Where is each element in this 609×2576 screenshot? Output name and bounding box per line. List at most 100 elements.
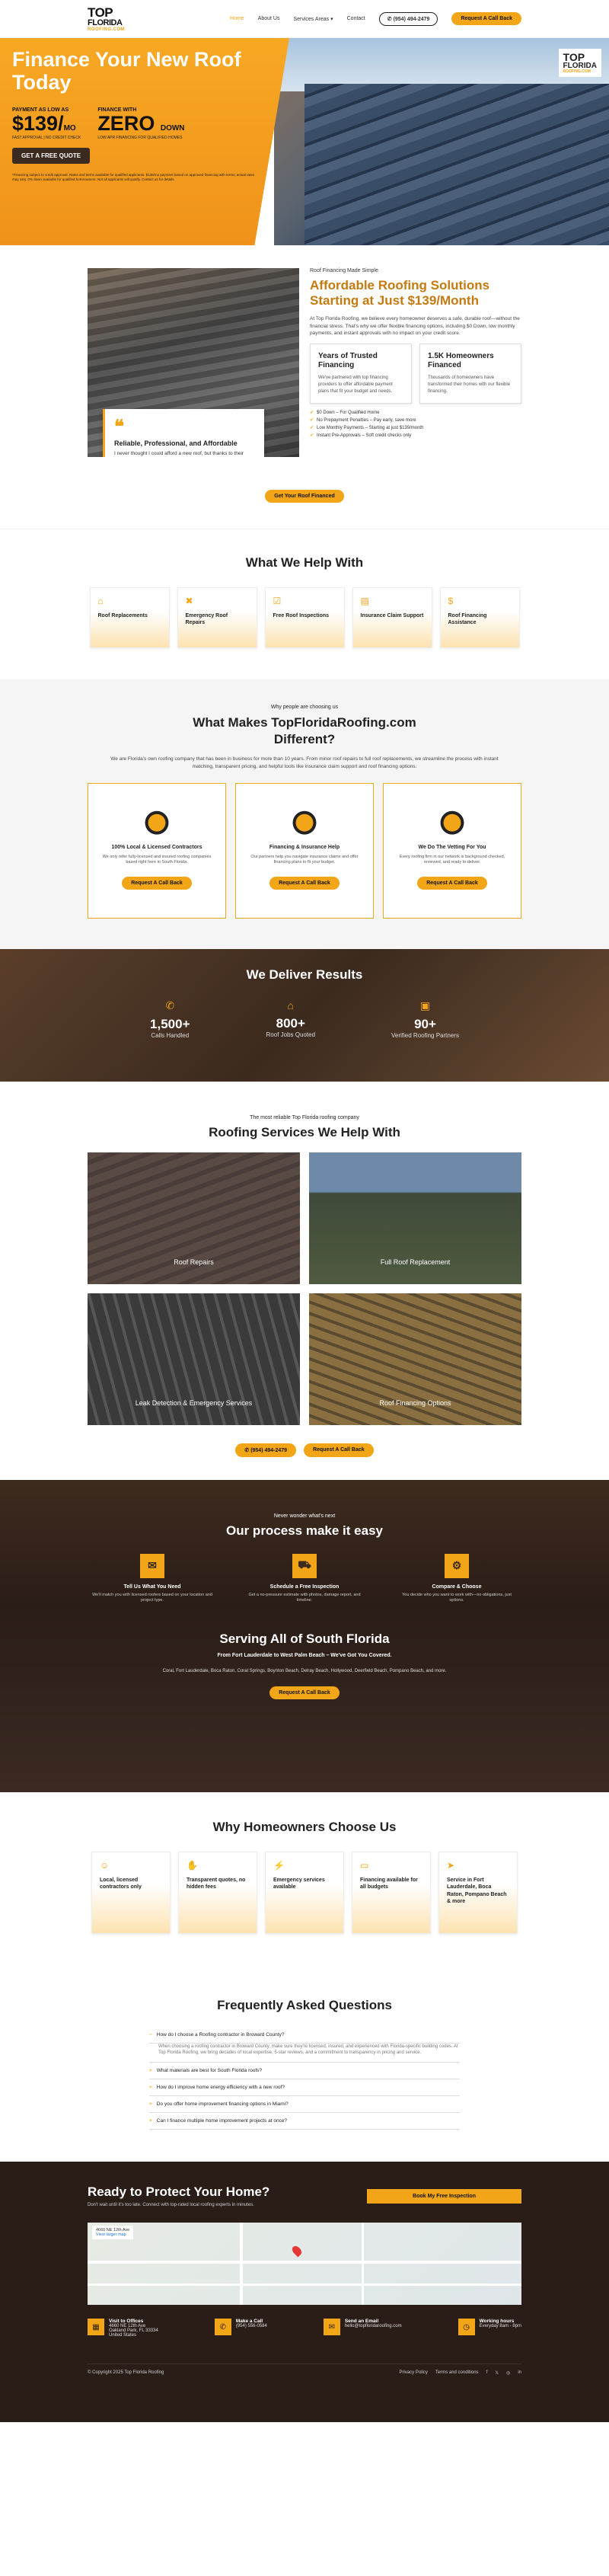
services-callback-button[interactable]: Request A Call Back [304,1443,374,1457]
help-card[interactable]: $ Roof Financing Assistance [439,587,520,648]
different-card-button[interactable]: Request A Call Back [417,876,487,890]
faq-item[interactable]: + Do you offer home improvement financing… [149,2096,460,2114]
faq-item[interactable]: + What materials are best for South Flori… [149,2063,460,2080]
plus-icon: + [149,2085,152,2091]
help-card[interactable]: ⌂ Roof Replacements [89,587,170,648]
phone-label: (954) 494-2479 [393,16,430,22]
process-section: Never wonder what's next Our process mak… [0,1479,609,1792]
faq-item-open[interactable]: − How do I choose a Roofing contractor in… [149,2027,460,2044]
money-icon: $ [448,596,454,606]
faq-question: What materials are best for South Florid… [156,2068,263,2074]
service-tile-repairs[interactable]: Roof Repairs [88,1152,300,1284]
nav-home[interactable]: Home [230,16,244,21]
help-card[interactable]: ☑ Free Roof Inspections [264,587,345,648]
nav-about[interactable]: About Us [258,16,280,21]
card-homeowners: 1.5K Homeowners Financed Thousands of ho… [419,344,521,404]
benefit-item: Low Monthly Payments – Starting at just … [310,425,521,430]
faq-item[interactable]: + How do I improve home energy efficiency… [149,2079,460,2097]
map-road [88,2261,521,2264]
different-card-title: We Do The Vetting For You [418,844,486,850]
help-card[interactable]: ▤ Insurance Claim Support [352,587,432,648]
offer1-sub: FAST APPROVAL | NO CREDIT CHECK [12,136,81,141]
faq-item[interactable]: + Can I finance multiple home improvement… [149,2113,460,2130]
process-kicker: Never wonder what's next [273,1513,336,1519]
facebook-icon[interactable]: f [486,2370,488,2376]
service-tile-financing[interactable]: Roof Financing Options [309,1293,521,1425]
contact-call-title: Make a Call [235,2319,263,2325]
user-icon: ☺ [100,1859,110,1871]
privacy-link[interactable]: Privacy Policy [400,2370,428,2376]
stat-label: Calls Handled [151,1031,190,1039]
help-card-label: Roof Replacements [97,613,148,618]
help-card-label: Free Roof Inspections [273,613,330,618]
why-card: ▭ Financing available for all budgets [352,1851,431,1934]
process-step: ✉ Tell Us What You Need We'll match you wi… [91,1553,213,1604]
results-section: We Deliver Results ✆ 1,500+ Calls Handled … [0,948,609,1082]
twitter-icon[interactable]: 𝕏 [495,2370,499,2376]
help-card-label: Emergency Roof Repairs [185,613,228,626]
faq-title: Frequently Asked Questions [217,1997,392,2012]
hero: TOP FLORIDA ROOFING.COM Finance Your New… [0,38,609,245]
free-quote-button[interactable]: GET A FREE QUOTE [12,148,91,165]
logo-mid: FLORIDA [88,18,123,27]
different-card-button[interactable]: Request A Call Back [122,876,192,890]
services-phone-button[interactable]: ✆ (954) 494-2479 [235,1443,297,1457]
header-callback-button[interactable]: Request A Call Back [451,12,521,25]
nav-services[interactable]: Services Areas ▾ [293,16,333,22]
process-title: Our process make it easy [225,1523,383,1538]
gear-icon: ⚙ [445,1553,469,1578]
different-card-button[interactable]: Request A Call Back [269,876,340,890]
book-inspection-button[interactable]: Book My Free Inspection [367,2188,521,2204]
faq-answer: When choosing a roofing contractor in Br… [149,2044,460,2063]
logo-sub: ROOFING.COM [88,27,126,32]
hero-offers: PAYMENT AS LOW AS $139/MO FAST APPROVAL … [12,107,277,140]
lightning-icon: ⚡ [273,1859,285,1871]
process-callback-button[interactable]: Request A Call Back [269,1686,340,1700]
linkedin-icon[interactable]: in [518,2370,521,2376]
phone-button[interactable]: ✆ (954) 494-2479 [378,11,438,26]
contact-hours-title: Working hours [479,2319,515,2325]
hero-title: Finance Your New Roof Today [12,48,241,94]
why-card: ✋ Transparent quotes, no hidden fees [178,1851,257,1934]
different-section: Why people are choosing us What Makes To… [0,679,609,949]
phone-icon: ✆ [214,2319,231,2336]
home-icon: ⌂ [97,596,104,606]
service-tile-replacement[interactable]: Full Roof Replacement [309,1152,521,1284]
hero-logo-top: TOP [563,51,585,63]
map-larger-link[interactable]: View larger map [96,2232,129,2237]
main-nav: Home About Us Services Areas ▾ Contact ✆… [230,11,521,26]
office-map[interactable]: 4660 NE 12th Ave View larger map [88,2223,521,2306]
instagram-icon[interactable]: ◎ [506,2370,510,2376]
help-card[interactable]: ✖ Emergency Roof Repairs [177,587,257,648]
why-section: Why Homeowners Choose Us ☺ Local, license… [0,1792,609,1970]
building-icon: ▦ [88,2319,104,2336]
nav-contact[interactable]: Contact [347,16,365,21]
car-icon: ⛟ [292,1553,317,1578]
site-logo[interactable]: TOP FLORIDA ROOFING.COM [88,6,125,32]
offer1-amount: $139/ [12,112,64,136]
terms-link[interactable]: Terms and conditions [435,2370,479,2376]
contractor-illustration [132,798,181,839]
offer1-unit: MO [63,124,76,133]
get-financed-button[interactable]: Get Your Roof Financed [265,490,344,503]
hero-logo: TOP FLORIDA ROOFING.COM [558,49,601,77]
area-subtitle: From Fort Lauderdale to West Palm Beach … [217,1653,392,1659]
stat-jobs: ⌂ 800+ Roof Jobs Quoted [266,999,315,1039]
clipboard-icon: ☑ [273,596,282,606]
hero-panel: Finance Your New Roof Today PAYMENT AS L… [0,38,289,245]
clock-icon: ◷ [458,2319,475,2336]
hero-fine-print: *Financing subject to credit approval. R… [12,173,255,182]
service-tile-leak[interactable]: Leak Detection & Emergency Services [88,1293,300,1425]
testimonial-card: ❝ Reliable, Professional, and Affordable… [103,408,264,457]
why-card: ⚡ Emergency services available [265,1851,344,1934]
mail-icon: ✉ [323,2319,340,2336]
why-card-label: Emergency services available [273,1877,325,1890]
contact-call-value: (954) 556-0584 [235,2324,267,2329]
map-road [240,2223,243,2306]
process-step: ⛟ Schedule a Free Inspection Get a no-pres… [244,1553,365,1604]
contact-call[interactable]: ✆ Make a Call (954) 556-0584 [214,2319,267,2338]
home-icon: ⌂ [287,999,294,1012]
stat-number: 90+ [414,1016,436,1031]
hero-logo-sub: ROOFING.COM [563,69,591,74]
contact-email[interactable]: ✉ Send an Email hello@topfloridaroofing.co… [323,2319,402,2338]
